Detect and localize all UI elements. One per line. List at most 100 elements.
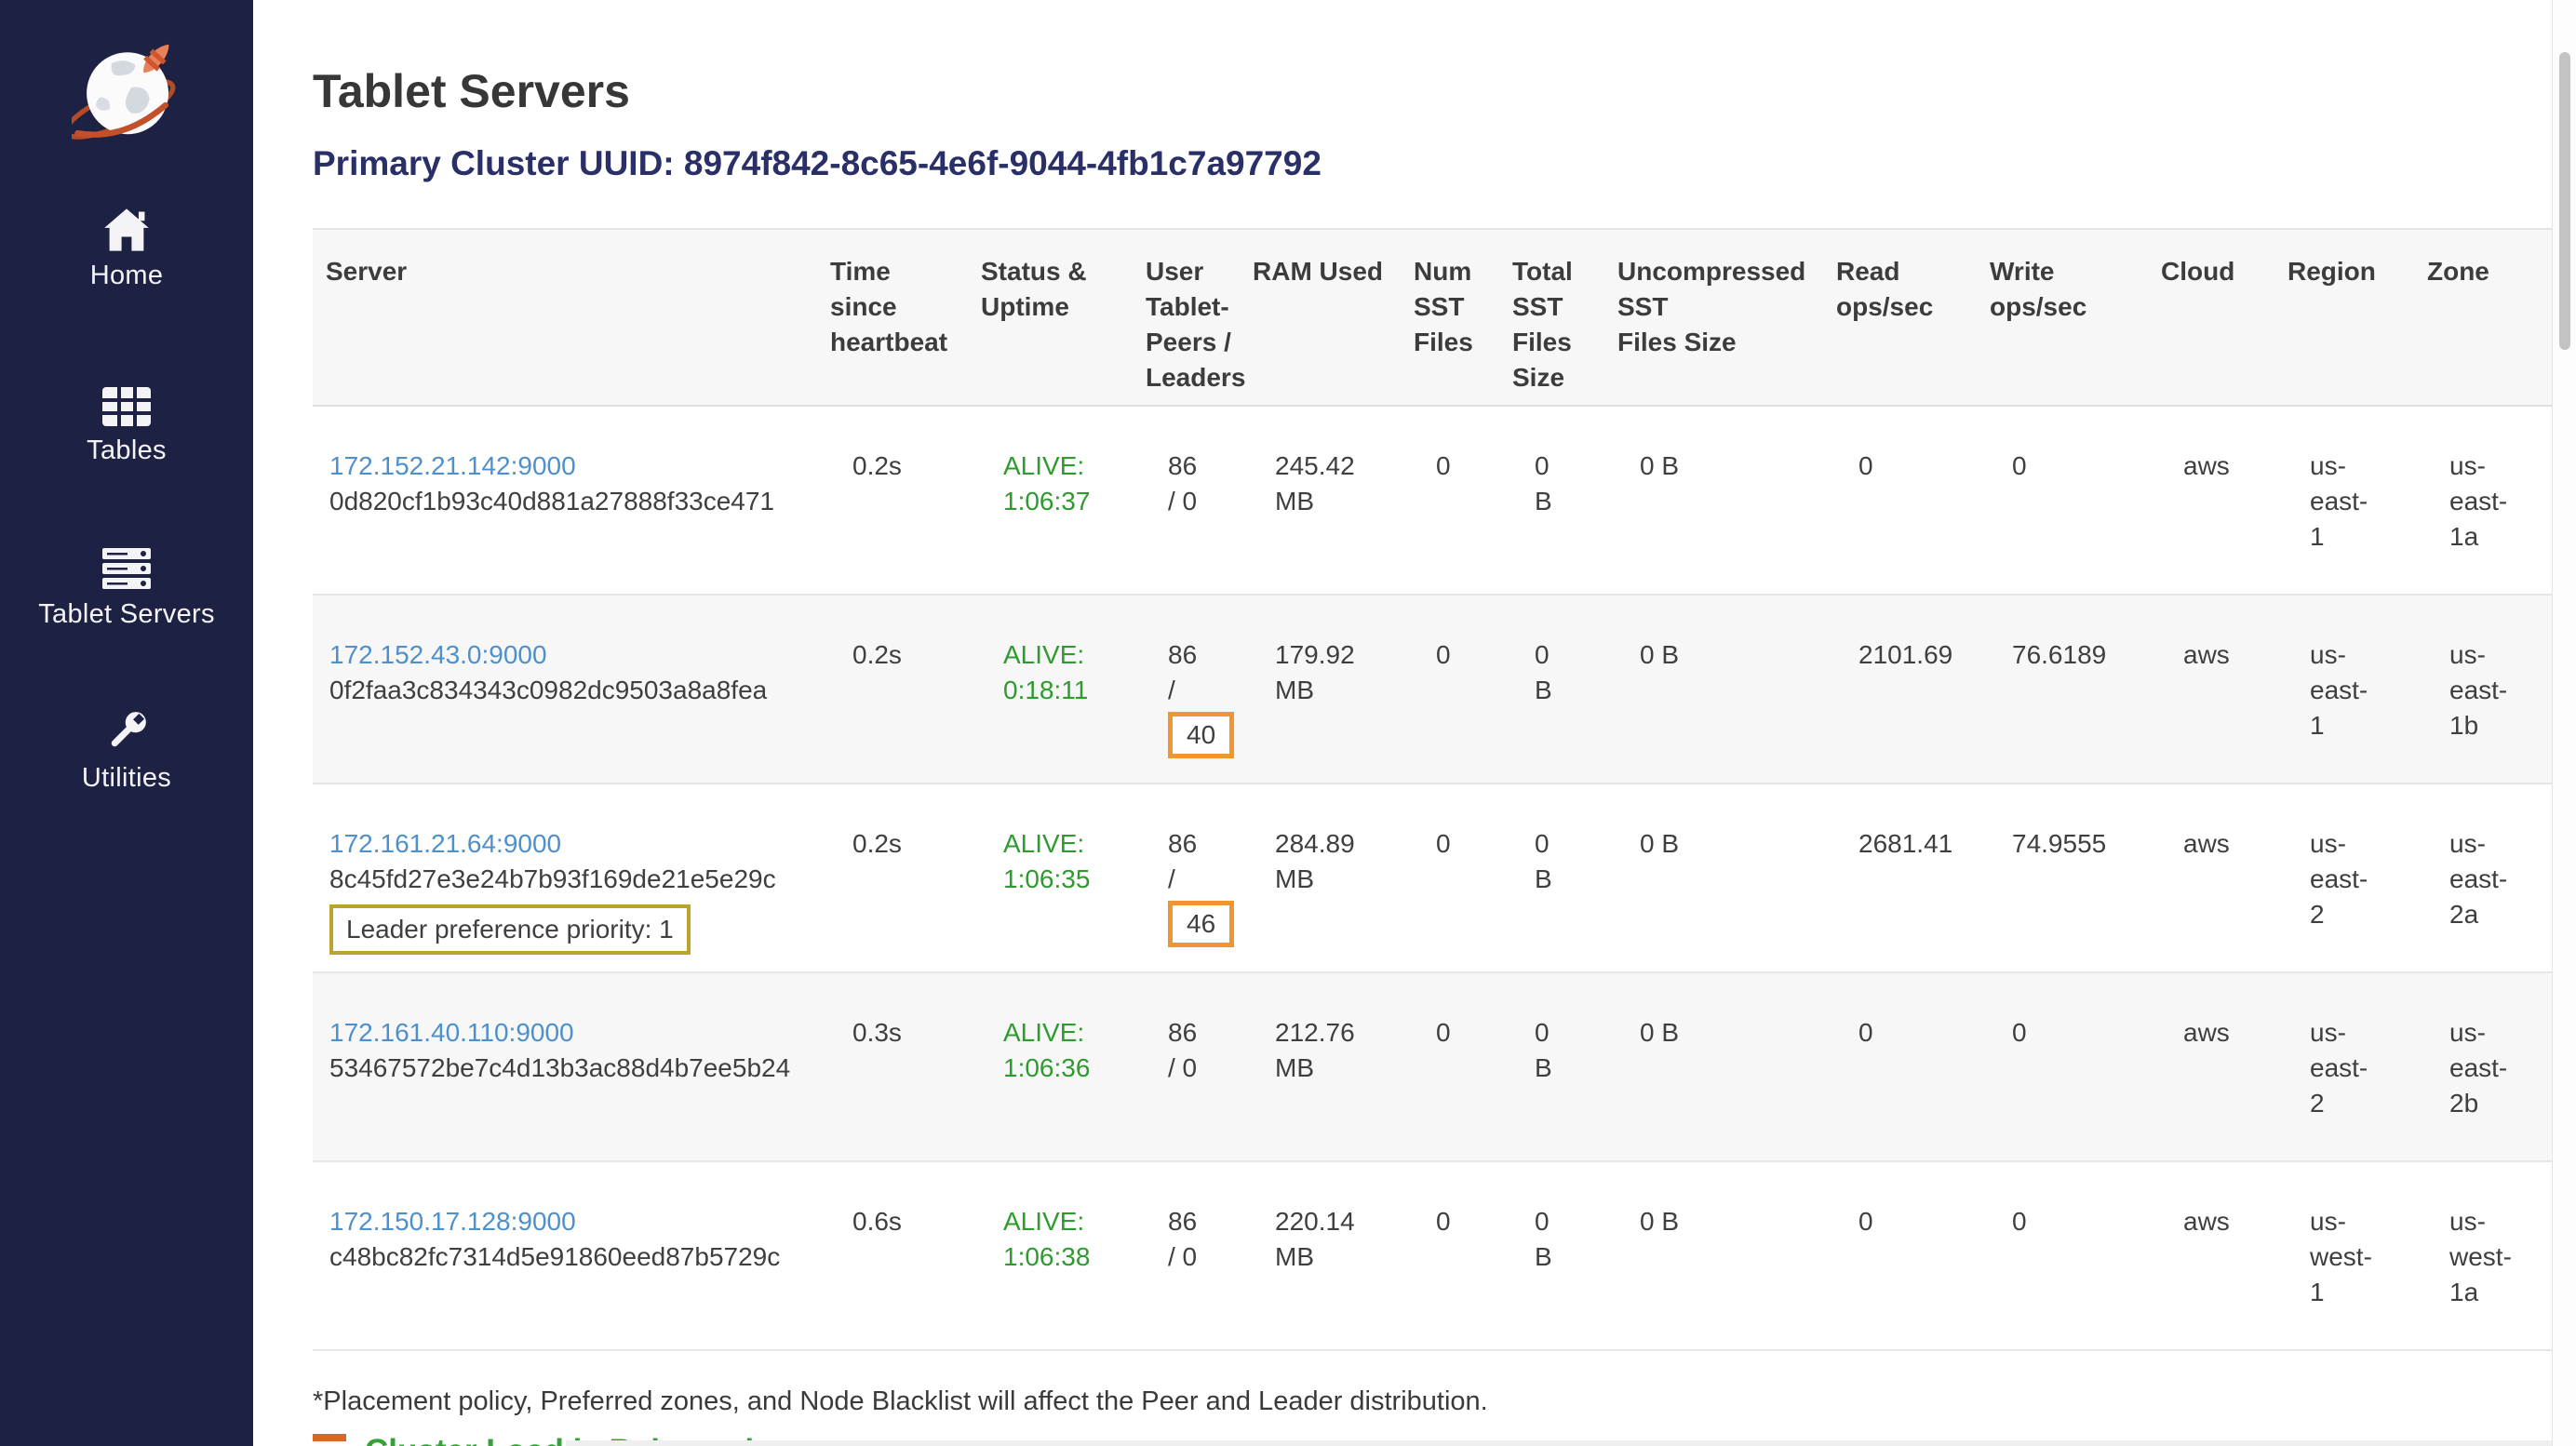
server-address-link[interactable]: 172.161.40.110:9000 — [329, 1018, 574, 1047]
cell-region: us- east- 1 — [2274, 406, 2414, 595]
page-title: Tablet Servers — [313, 65, 2552, 117]
column-header-ram-used: RAM Used — [1240, 229, 1401, 406]
cell-total-sst-files-size: 0 B — [1499, 1161, 1604, 1350]
sidebar: Home Tables — [0, 0, 253, 1446]
primary-cluster-uuid: Primary Cluster UUID: 8974f842-8c65-4e6f… — [313, 143, 2552, 184]
cell-uncompressed-sst-files-size: 0 B — [1604, 595, 1823, 783]
cell-time-since-heartbeat: 0.6s — [817, 1161, 968, 1350]
vertical-scrollbar[interactable] — [2552, 0, 2576, 1446]
server-stack-icon — [101, 547, 153, 592]
column-header-user-tablet-peers-leaders: User Tablet- Peers / Leaders — [1133, 229, 1240, 406]
peers-leaders-value: 86 / 0 — [1168, 1204, 1234, 1275]
peers-leaders-value: 86 / 0 — [1168, 1015, 1234, 1086]
column-header-total-sst-files-size: Total SST Files Size — [1499, 229, 1604, 406]
leaders-count-highlight: 40 — [1168, 712, 1234, 758]
cell-num-sst-files: 0 — [1401, 783, 1499, 972]
cell-uncompressed-sst-files-size: 0 B — [1604, 406, 1823, 595]
sidebar-item-home[interactable]: Home — [0, 207, 253, 291]
cell-cloud: aws — [2148, 783, 2274, 972]
load-balance-icon — [313, 1433, 350, 1446]
cell-time-since-heartbeat: 0.2s — [817, 595, 968, 783]
home-icon — [101, 207, 152, 253]
column-header-write-ops-sec: Write ops/sec — [1977, 229, 2148, 406]
planet-rocket-logo-icon — [72, 35, 181, 145]
server-address-link[interactable]: 172.150.17.128:9000 — [329, 1207, 576, 1236]
cell-write-ops-sec: 74.9555 — [1977, 783, 2148, 972]
cell-total-sst-files-size: 0 B — [1499, 595, 1604, 783]
cell-server: 172.161.21.64:9000 8c45fd27e3e24b7b93f169… — [313, 783, 817, 972]
cell-region: us- east- 1 — [2274, 595, 2414, 783]
server-uuid: 0f2faa3c834343c0982dc9503a8a8fea — [329, 673, 812, 708]
cell-time-since-heartbeat: 0.2s — [817, 783, 968, 972]
app-window: Home Tables — [0, 0, 2576, 1446]
cell-server: 172.152.21.142:90000d820cf1b93c40d881a27… — [313, 406, 817, 595]
cell-write-ops-sec: 76.6189 — [1977, 595, 2148, 783]
cell-total-sst-files-size: 0 B — [1499, 783, 1604, 972]
tables-grid-icon — [101, 385, 153, 428]
column-header-num-sst-files: Num SST Files — [1401, 229, 1499, 406]
server-uuid: 8c45fd27e3e24b7b93f169de21e5e29c — [329, 862, 812, 897]
cell-zone: us- east- 1a — [2414, 406, 2552, 595]
placement-policy-footnote: *Placement policy, Preferred zones, and … — [313, 1385, 2552, 1418]
server-address-link[interactable]: 172.152.21.142:9000 — [329, 451, 576, 480]
column-header-time-since-heartbeat: Time since heartbeat — [817, 229, 968, 406]
peers-leaders-value: 86 / — [1168, 826, 1234, 897]
cell-num-sst-files: 0 — [1401, 595, 1499, 783]
tserver-row: 172.161.21.64:9000 8c45fd27e3e24b7b93f169… — [313, 783, 2552, 972]
cell-ram-used: 245.42 MB — [1240, 406, 1401, 595]
tserver-row: 172.152.21.142:90000d820cf1b93c40d881a27… — [313, 406, 2552, 595]
cell-region: us- east- 2 — [2274, 972, 2414, 1161]
cell-server: 172.152.43.0:9000 0f2faa3c834343c0982dc95… — [313, 595, 817, 783]
server-uuid: 53467572be7c4d13b3ac88d4b7ee5b24 — [329, 1051, 812, 1086]
sidebar-item-label: Utilities — [0, 763, 253, 794]
cell-status-uptime: ALIVE: 1:06:37 — [968, 406, 1133, 595]
cell-read-ops-sec: 0 — [1823, 972, 1977, 1161]
cell-status-uptime: ALIVE: 1:06:35 — [968, 783, 1133, 972]
cell-zone: us- east- 2a — [2414, 783, 2552, 972]
server-address-link[interactable]: 172.161.21.64:9000 — [329, 829, 561, 858]
column-header-uncompressed-sst-files-size: Uncompressed SST Files Size — [1604, 229, 1823, 406]
cell-num-sst-files: 0 — [1401, 406, 1499, 595]
cell-time-since-heartbeat: 0.2s — [817, 406, 968, 595]
main-content: Tablet Servers Primary Cluster UUID: 897… — [253, 0, 2576, 1446]
cell-read-ops-sec: 0 — [1823, 1161, 1977, 1350]
wrench-icon — [102, 707, 151, 756]
cell-zone: us- east- 1b — [2414, 595, 2552, 783]
leader-preference-badge: Leader preference priority: 1 — [329, 904, 691, 955]
cell-zone: us- west- 1a — [2414, 1161, 2552, 1350]
sidebar-item-tablet-servers[interactable]: Tablet Servers — [0, 547, 253, 630]
cell-write-ops-sec: 0 — [1977, 1161, 2148, 1350]
cell-read-ops-sec: 0 — [1823, 406, 1977, 595]
server-address-link[interactable]: 172.152.43.0:9000 — [329, 640, 547, 669]
sidebar-item-tables[interactable]: Tables — [0, 385, 253, 466]
cell-ram-used: 179.92 MB — [1240, 595, 1401, 783]
cell-total-sst-files-size: 0 B — [1499, 406, 1604, 595]
cell-cloud: aws — [2148, 406, 2274, 595]
cell-uncompressed-sst-files-size: 0 B — [1604, 972, 1823, 1161]
column-header-status-uptime: Status & Uptime — [968, 229, 1133, 406]
cell-time-since-heartbeat: 0.3s — [817, 972, 968, 1161]
cell-read-ops-sec: 2681.41 — [1823, 783, 1977, 972]
cell-write-ops-sec: 0 — [1977, 972, 2148, 1161]
peers-leaders-value: 86 / 0 — [1168, 449, 1234, 519]
leaders-count-highlight: 46 — [1168, 901, 1234, 947]
server-uuid: c48bc82fc7314d5e91860eed87b5729c — [329, 1239, 812, 1275]
cell-server: 172.150.17.128:9000 c48bc82fc7314d5e91860… — [313, 1161, 817, 1350]
cell-status-uptime: ALIVE: 0:18:11 — [968, 595, 1133, 783]
cell-read-ops-sec: 2101.69 — [1823, 595, 1977, 783]
cell-user-tablet-peers-leaders: 86 / 0 — [1133, 972, 1240, 1161]
tablet-servers-table: ServerTime since heartbeatStatus & Uptim… — [313, 228, 2552, 1351]
column-header-server: Server — [313, 229, 817, 406]
scrollbar-thumb[interactable] — [2559, 52, 2570, 350]
sidebar-item-utilities[interactable]: Utilities — [0, 707, 253, 794]
cell-ram-used: 212.76 MB — [1240, 972, 1401, 1161]
table-body: 172.152.21.142:90000d820cf1b93c40d881a27… — [313, 406, 2552, 1350]
cell-total-sst-files-size: 0 B — [1499, 972, 1604, 1161]
sidebar-item-label: Home — [0, 261, 253, 291]
peers-leaders-value: 86 / — [1168, 637, 1234, 708]
tserver-row: 172.161.40.110:9000 53467572be7c4d13b3ac8… — [313, 972, 2552, 1161]
cell-user-tablet-peers-leaders: 86 / 0 — [1133, 1161, 1240, 1350]
cell-zone: us- east- 2b — [2414, 972, 2552, 1161]
cell-uncompressed-sst-files-size: 0 B — [1604, 783, 1823, 972]
tserver-row: 172.152.43.0:9000 0f2faa3c834343c0982dc95… — [313, 595, 2552, 783]
